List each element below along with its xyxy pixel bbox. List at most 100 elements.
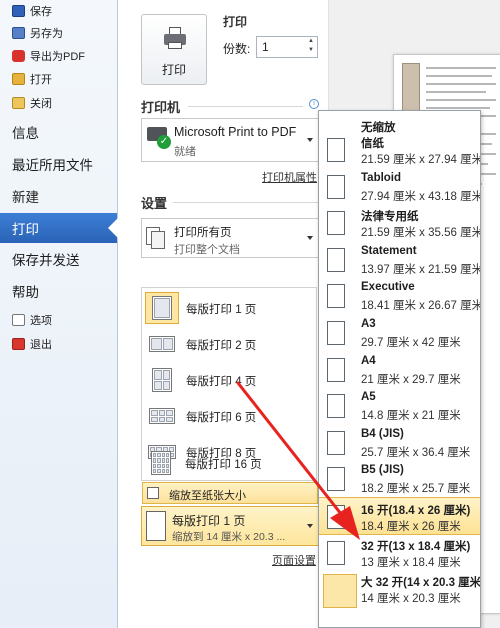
save-icon — [12, 5, 25, 17]
nav-print[interactable]: 打印 — [0, 213, 118, 243]
paper-option[interactable]: A4 21 厘米 x 29.7 厘米 — [319, 351, 480, 389]
paper-size-icon — [327, 430, 345, 455]
pages-per-sheet-dropdown[interactable]: 每版打印 1 页 缩放到 14 厘米 x 20.3 ... — [141, 506, 319, 546]
paper-option[interactable]: 32 开(13 x 18.4 厘米) 13 厘米 x 18.4 厘米 — [319, 534, 480, 572]
pages-per-sheet-option[interactable]: 每版打印 4 页 — [142, 362, 316, 398]
printer-dropdown[interactable]: ✓ Microsoft Print to PDF 就绪 — [141, 118, 319, 162]
paper-name: 32 开(13 x 18.4 厘米) — [361, 540, 471, 553]
paper-dimensions: 13 厘米 x 18.4 厘米 — [361, 556, 461, 569]
nav-exit[interactable]: 退出 — [0, 333, 117, 355]
paper-size-icon — [327, 247, 345, 272]
paper-name: Tabloid — [361, 171, 402, 184]
paper-size-menu: 无缩放 信纸 21.59 厘米 x 27.94 厘米 Tabloid 27.94 厘米… — [318, 110, 481, 628]
paper-size-icon — [327, 321, 345, 345]
pages-per-sheet-option[interactable]: 每版打印 16 页 — [141, 445, 315, 481]
paper-option[interactable]: A3 29.7 厘米 x 42 厘米 — [319, 314, 480, 352]
save-as-icon — [12, 27, 25, 39]
paper-dimensions: 14 厘米 x 20.3 厘米 — [361, 593, 461, 606]
printer-status: 就绪 — [174, 146, 196, 158]
paper-option[interactable]: Tabloid 27.94 厘米 x 43.18 厘米 — [319, 168, 480, 206]
page-setup-link[interactable]: 页面设置 — [272, 552, 316, 568]
paper-dimensions: 27.94 厘米 x 43.18 厘米 — [361, 190, 481, 203]
paper-name: Statement — [361, 244, 417, 257]
nav-label: 新建 — [12, 190, 39, 205]
copies-label: 份数: — [223, 42, 251, 56]
paper-size-icon — [327, 467, 345, 492]
paper-size-icon — [327, 138, 345, 162]
paper-option[interactable]: 法律专用纸 21.59 厘米 x 35.56 厘米 — [319, 204, 480, 242]
nav-save-as[interactable]: 另存为 — [0, 22, 117, 44]
section-divider — [173, 202, 319, 203]
paper-name: 法律专用纸 — [361, 211, 419, 224]
nav-close[interactable]: 关闭 — [0, 92, 117, 114]
paper-name: 大 32 开(14 x 20.3 厘米) — [361, 577, 481, 590]
nav-help[interactable]: 帮助 — [0, 276, 117, 306]
paper-dimensions: 21.59 厘米 x 35.56 厘米 — [361, 227, 481, 240]
pages-per-sheet-option[interactable]: 每版打印 6 页 — [142, 398, 316, 434]
copies-value: 1 — [262, 40, 269, 54]
paper-size-icon — [327, 394, 345, 419]
nav-label: 退出 — [30, 339, 52, 351]
paper-option[interactable]: 信纸 21.59 厘米 x 27.94 厘米 — [319, 131, 480, 169]
one-page-layout-icon — [145, 292, 179, 324]
range-main: 打印所有页 — [174, 227, 232, 239]
scale-label: 缩放至纸张大小 — [169, 490, 246, 502]
print-range-dropdown[interactable]: 打印所有页 打印整个文档 — [141, 218, 319, 258]
options-icon — [12, 314, 25, 326]
paper-dimensions: 13.97 厘米 x 21.59 厘米 — [361, 263, 481, 276]
paper-option[interactable]: B4 (JIS) 25.7 厘米 x 36.4 厘米 — [319, 424, 480, 462]
backstage-nav: 保存 另存为 导出为PDF 打开 关闭 信息 最近所用文件 新建 打印 保存并发… — [0, 0, 118, 628]
paper-option[interactable]: 16 开(18.4 x 26 厘米) 18.4 厘米 x 26 厘米 — [319, 497, 480, 535]
nav-options[interactable]: 选项 — [0, 309, 117, 331]
paper-option[interactable]: 大 32 开(14 x 20.3 厘米) 14 厘米 x 20.3 厘米 — [319, 570, 481, 609]
paper-option[interactable]: A5 14.8 厘米 x 21 厘米 — [319, 387, 480, 425]
paper-name: 信纸 — [361, 138, 384, 150]
sixteen-page-layout-icon — [144, 447, 178, 479]
spin-down-icon[interactable]: ▼ — [307, 47, 315, 53]
chevron-down-icon — [307, 138, 313, 142]
folder-close-icon — [12, 97, 25, 109]
info-icon[interactable]: i — [309, 99, 319, 109]
option-label: 每版打印 16 页 — [185, 459, 262, 471]
paper-dimensions: 21 厘米 x 29.7 厘米 — [361, 373, 461, 386]
paper-name: 16 开(18.4 x 26 厘米) — [361, 505, 471, 517]
nav-info[interactable]: 信息 — [0, 117, 117, 147]
paper-name: A5 — [361, 391, 376, 404]
nav-export-pdf[interactable]: 导出为PDF — [0, 45, 117, 67]
nav-new[interactable]: 新建 — [0, 181, 117, 211]
nav-label: 打开 — [30, 74, 52, 86]
paper-size-icon — [327, 174, 345, 199]
print-button[interactable]: 打印 — [141, 14, 207, 85]
option-label: 每版打印 1 页 — [186, 304, 257, 316]
nav-save[interactable]: 保存 — [0, 0, 117, 22]
pages-per-sheet-option[interactable]: 每版打印 1 页 — [142, 290, 316, 326]
spin-up-icon[interactable]: ▲ — [307, 38, 315, 44]
nav-label: 帮助 — [12, 285, 39, 300]
nav-open[interactable]: 打开 — [0, 68, 117, 90]
paper-size-icon — [327, 540, 345, 565]
pages-per-sheet-option[interactable]: 每版打印 2 页 — [142, 326, 316, 362]
two-page-layout-icon — [145, 328, 179, 360]
page-icon — [146, 511, 166, 541]
chevron-down-icon — [307, 236, 313, 240]
scale-to-paper-item[interactable]: 缩放至纸张大小 — [142, 482, 323, 504]
nav-label: 选项 — [30, 315, 52, 327]
paper-name: A3 — [361, 318, 376, 330]
paper-dimensions: 21.59 厘米 x 27.94 厘米 — [361, 154, 481, 166]
nav-recent[interactable]: 最近所用文件 — [0, 149, 117, 179]
nav-save-send[interactable]: 保存并发送 — [0, 244, 117, 274]
nav-label: 最近所用文件 — [12, 158, 93, 173]
nav-label: 另存为 — [30, 28, 63, 40]
paper-name: Executive — [361, 281, 415, 294]
nav-label: 信息 — [12, 126, 39, 141]
nav-label: 保存 — [30, 6, 52, 18]
copies-input[interactable]: 1 ▲ ▼ — [256, 36, 318, 58]
printer-properties-link[interactable]: 打印机属性 — [262, 169, 317, 185]
paper-option[interactable]: Executive 18.41 厘米 x 26.67 厘米 — [319, 277, 480, 315]
paper-option[interactable]: Statement 13.97 厘米 x 21.59 厘米 — [319, 241, 480, 279]
paper-option[interactable]: B5 (JIS) 18.2 厘米 x 25.7 厘米 — [319, 460, 480, 498]
chevron-down-icon — [307, 524, 313, 528]
paper-size-icon — [323, 574, 357, 609]
print-section-title: 打印 — [223, 15, 248, 29]
pdf-icon — [12, 50, 25, 62]
